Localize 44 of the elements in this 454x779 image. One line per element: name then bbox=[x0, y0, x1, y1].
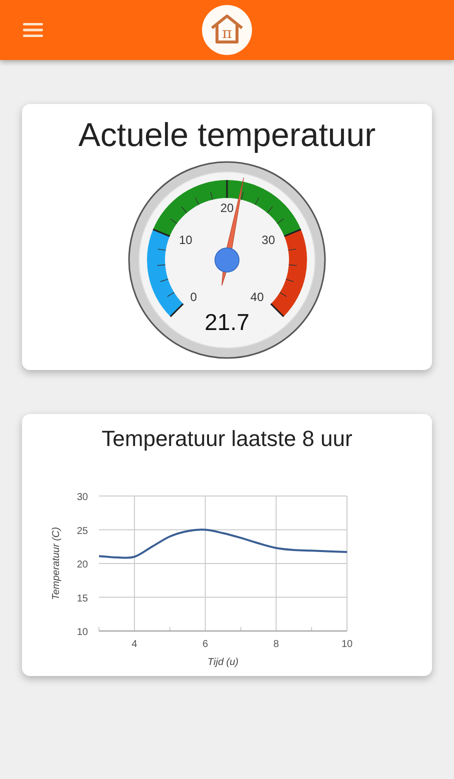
minor-tick bbox=[156, 264, 166, 266]
minor-tick bbox=[210, 192, 213, 200]
minor-tick bbox=[241, 192, 244, 200]
x-tick-label: 8 bbox=[273, 639, 279, 650]
x-axis-title: Tijd (u) bbox=[207, 657, 239, 668]
minor-tick bbox=[288, 248, 296, 251]
menu-icon[interactable] bbox=[23, 23, 43, 37]
y-tick-label: 15 bbox=[76, 593, 88, 604]
minor-tick bbox=[286, 278, 294, 282]
y-tick-label: 20 bbox=[76, 560, 88, 570]
card-title: Temperatuur laatste 8 uur bbox=[102, 426, 352, 452]
minor-tick bbox=[280, 292, 288, 297]
minor-tick bbox=[158, 248, 166, 251]
logo-symbol: π bbox=[222, 24, 232, 42]
gauge-label: 0 bbox=[190, 290, 197, 304]
major-tick bbox=[152, 228, 170, 238]
gauge-label: 30 bbox=[262, 233, 276, 248]
minor-tick bbox=[254, 197, 260, 206]
minor-tick bbox=[170, 218, 178, 224]
minor-tick bbox=[194, 197, 200, 206]
house-icon bbox=[209, 13, 245, 45]
y-tick-label: 25 bbox=[76, 526, 88, 537]
x-tick-label: 6 bbox=[202, 639, 208, 650]
needle-hub bbox=[214, 248, 240, 272]
minor-tick bbox=[166, 292, 174, 297]
card-title: Actuele temperatuur bbox=[78, 116, 376, 154]
minor-tick bbox=[276, 218, 284, 224]
major-tick bbox=[270, 303, 284, 318]
y-tick-label: 10 bbox=[76, 627, 88, 638]
gauge-label: 20 bbox=[220, 201, 234, 215]
major-tick bbox=[170, 303, 184, 318]
major-tick bbox=[226, 180, 228, 198]
minor-tick bbox=[288, 264, 298, 266]
x-tick-label: 4 bbox=[132, 639, 138, 650]
x-tick-label: 10 bbox=[341, 639, 353, 650]
gauge-label: 10 bbox=[178, 233, 192, 248]
major-tick bbox=[284, 228, 302, 238]
minor-tick bbox=[181, 206, 188, 214]
y-tick-label: 30 bbox=[76, 492, 88, 503]
minor-tick bbox=[160, 278, 168, 282]
minor-tick bbox=[266, 206, 273, 214]
gauge-label: 40 bbox=[250, 290, 264, 304]
y-axis-title: Temperatuur (C) bbox=[51, 527, 62, 600]
gauge-reading: 21.7 bbox=[204, 309, 250, 335]
